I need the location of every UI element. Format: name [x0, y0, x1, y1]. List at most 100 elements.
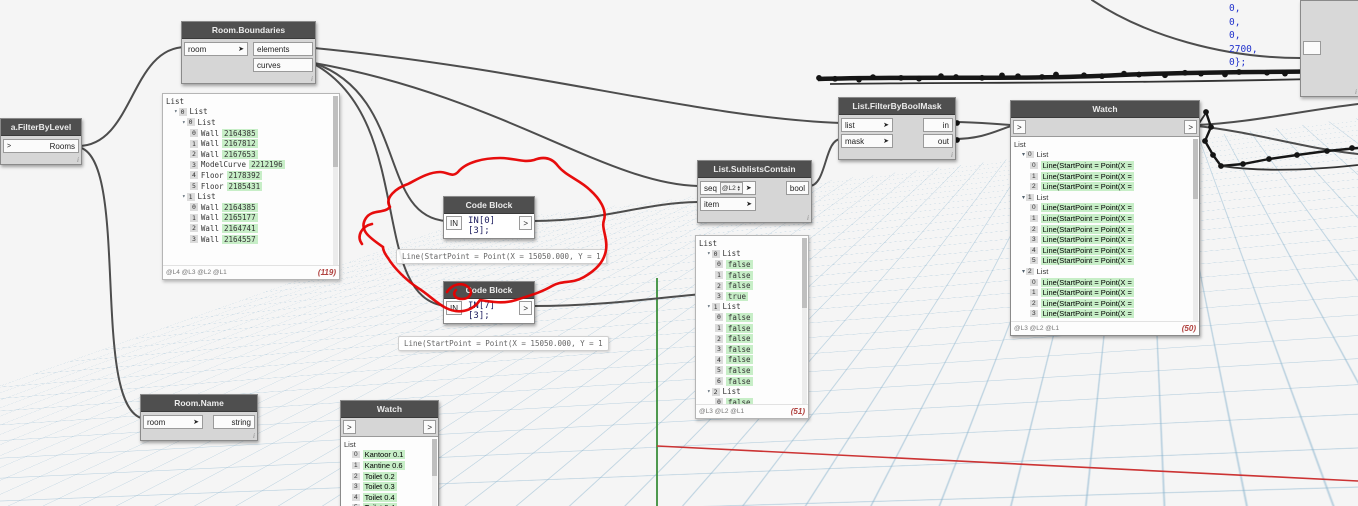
watch-list[interactable]: List 0 Kantoor 0.1 1 Kantine 0.6 2 Toilet 0.2 3… — [341, 436, 438, 506]
list-row: 3 true — [715, 291, 748, 301]
node-code-block-1[interactable]: Code Block IN IN[0][3]; > — [443, 196, 535, 239]
port-curves[interactable]: curves — [253, 58, 313, 72]
port-room[interactable]: room ➤ — [184, 42, 248, 56]
watch-list[interactable]: List ▾ 0 List 0 Line(StartPoint = Point(X = 1 L… — [1011, 136, 1199, 335]
port-string[interactable]: string — [213, 415, 255, 429]
port-bool[interactable]: bool — [785, 181, 809, 195]
wire — [313, 47, 842, 124]
lacing-level-selector[interactable]: @L2 ▲ ▼ — [719, 182, 743, 194]
port-rooms[interactable]: > Rooms — [3, 139, 79, 153]
list-row: 0 Kantoor 0.1 — [352, 450, 406, 460]
preview-room-boundaries[interactable]: List ▾ 0 List ▾ 0 List 0 Wall 2164385 1 Wall 2167812… — [162, 93, 340, 280]
lacing-levels[interactable]: @L3 @L2 @L1 — [699, 408, 744, 415]
scrollbar[interactable] — [1193, 139, 1198, 321]
node-title[interactable]: Code Block — [444, 282, 534, 299]
port-label: bool — [789, 183, 805, 193]
scrollbar-thumb[interactable] — [802, 238, 807, 308]
scrollbar-thumb[interactable] — [432, 439, 437, 477]
list-row: ▾ 0 List — [182, 117, 216, 127]
port-out[interactable]: out — [923, 134, 953, 148]
port-arrow-icon: ➤ — [883, 138, 889, 145]
port-partial[interactable] — [1303, 41, 1321, 55]
node-filter-by-level[interactable]: a.FilterByLevel > Rooms i — [0, 118, 82, 165]
list-row: ▾ 0 List — [707, 249, 741, 259]
node-title[interactable]: Watch — [1011, 101, 1199, 118]
list-row: 5 false — [715, 365, 753, 375]
node-watch-bottom[interactable]: Watch > > List 0 Kantoor 0.1 1 Kantine 0.6 2 T… — [340, 400, 439, 506]
lacing-levels[interactable]: @L4 @L3 @L2 @L1 — [166, 269, 227, 276]
node-list-sublists-contain[interactable]: List.SublistsContain seq @L2 ▲ ▼ ➤ item — [697, 160, 812, 223]
code-block-code[interactable]: IN[0][3]; — [464, 216, 518, 236]
wire — [1091, 0, 1301, 59]
port-list[interactable]: list ➤ — [841, 118, 893, 132]
list-row: 1 Wall 2167812 — [190, 139, 258, 149]
info-icon: i — [951, 151, 953, 159]
preview-sublists[interactable]: List ▾ 0 List 0 false 1 false 2 false 3 true ▾ 1 List 0… — [695, 235, 809, 419]
list-row: 0 Wall 2164385 — [190, 128, 258, 138]
info-icon: i — [1355, 88, 1357, 96]
port-out[interactable]: > — [519, 216, 532, 230]
port-out[interactable]: > — [423, 420, 436, 434]
port-arrow-icon: ➤ — [238, 46, 244, 53]
port-label: > — [427, 422, 432, 432]
info-icon: i — [311, 75, 313, 83]
port-in[interactable]: > — [343, 420, 356, 434]
scrollbar[interactable] — [333, 96, 338, 265]
port-seq[interactable]: seq @L2 ▲ ▼ ➤ — [700, 181, 756, 195]
node-title[interactable]: a.FilterByLevel — [1, 119, 81, 136]
port-elements[interactable]: elements — [253, 42, 313, 56]
port-item[interactable]: item ➤ — [700, 197, 756, 211]
list-row: List — [344, 439, 356, 449]
port-room[interactable]: room ➤ — [143, 415, 203, 429]
spinner-down-icon[interactable]: ▼ — [737, 187, 741, 191]
scrollbar[interactable] — [802, 238, 807, 404]
list-row: 2 Wall 2167653 — [190, 149, 258, 159]
list-row: 2 Line(StartPoint = Point(X = — [1030, 298, 1134, 308]
node-title[interactable]: Room.Boundaries — [182, 22, 315, 39]
lacing-level-value: @L2 — [721, 184, 736, 192]
port-out[interactable]: > — [519, 301, 532, 315]
scrollbar-thumb[interactable] — [1193, 139, 1198, 200]
lacing-levels[interactable]: @L3 @L2 @L1 — [1014, 325, 1059, 332]
list-row: ▾ 0 List — [174, 107, 208, 117]
port-label: seq — [704, 183, 717, 193]
dynamo-canvas[interactable]: List ▾ 0 List ▾ 0 List 0 Wall 2164385 1 Wall 2167812… — [0, 0, 1358, 506]
port-in[interactable]: IN — [446, 216, 462, 230]
port-in[interactable]: IN — [446, 301, 462, 315]
node-title[interactable]: List.SublistsContain — [698, 161, 811, 178]
node-room-name[interactable]: Room.Name room ➤ string i — [140, 394, 258, 441]
node-code-block-2[interactable]: Code Block IN IN[7][3]; > — [443, 281, 535, 324]
list-row: 1 Kantine 0.6 — [352, 460, 405, 470]
list-row: 0 false — [699, 397, 801, 404]
list-row: List — [166, 96, 185, 106]
info-icon: i — [253, 432, 255, 440]
node-room-boundaries[interactable]: Room.Boundaries room ➤ elements curves i — [181, 21, 316, 84]
list-row: 6 false — [715, 376, 753, 386]
port-mask[interactable]: mask ➤ — [841, 134, 893, 148]
scrollbar-thumb[interactable] — [333, 96, 338, 167]
list-row: 2 false — [715, 334, 753, 344]
node-partial-right[interactable]: i — [1300, 0, 1358, 97]
node-title[interactable]: Room.Name — [141, 395, 257, 412]
code-fragment: 0, 0, 0, 2700, 0}; — [1229, 2, 1258, 70]
node-title[interactable]: Watch — [341, 401, 438, 418]
wire — [532, 293, 703, 307]
list-row: 4 Line(StartPoint = Point(X = — [1030, 245, 1134, 255]
node-list-filter-by-bool-mask[interactable]: List.FilterByBoolMask list ➤ mask ➤ in o… — [838, 97, 956, 160]
port-in[interactable]: in — [923, 118, 953, 132]
port-in[interactable]: > — [1013, 120, 1026, 134]
port-out[interactable]: > — [1184, 120, 1197, 134]
port-label: > — [1188, 122, 1193, 132]
node-title[interactable]: Code Block — [444, 197, 534, 214]
wire — [952, 121, 1012, 126]
port-arrow-icon: ➤ — [193, 419, 199, 426]
code-line: 0, — [1229, 30, 1241, 41]
node-title[interactable]: List.FilterByBoolMask — [839, 98, 955, 115]
red-axis — [656, 445, 1358, 482]
code-block-code[interactable]: IN[7][3]; — [464, 301, 518, 321]
list-row: 1 false — [715, 270, 753, 280]
scrollbar[interactable] — [432, 439, 437, 506]
node-watch-right[interactable]: Watch > > List ▾ 0 List 0 Line(StartPoint = P… — [1010, 100, 1200, 336]
list-row: 3 Line(StartPoint = Point(X = — [1030, 309, 1134, 319]
list-row: 0 Line(StartPoint = Point(X = — [1030, 203, 1134, 213]
